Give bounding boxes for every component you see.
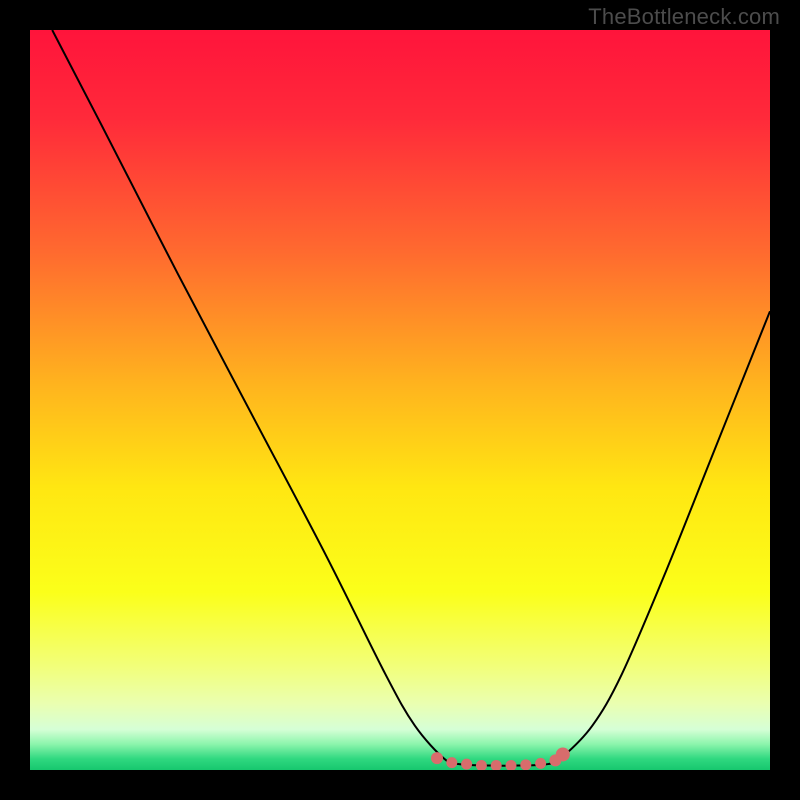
marker-dot [556,747,570,761]
plot-area [30,30,770,770]
watermark-text: TheBottleneck.com [588,4,780,30]
marker-dot [431,752,443,764]
marker-dot [461,759,472,770]
marker-dot [446,757,457,768]
chart-background [30,30,770,770]
chart-frame: TheBottleneck.com [0,0,800,800]
marker-dot [535,758,546,769]
marker-dot [520,759,531,770]
chart-svg [30,30,770,770]
